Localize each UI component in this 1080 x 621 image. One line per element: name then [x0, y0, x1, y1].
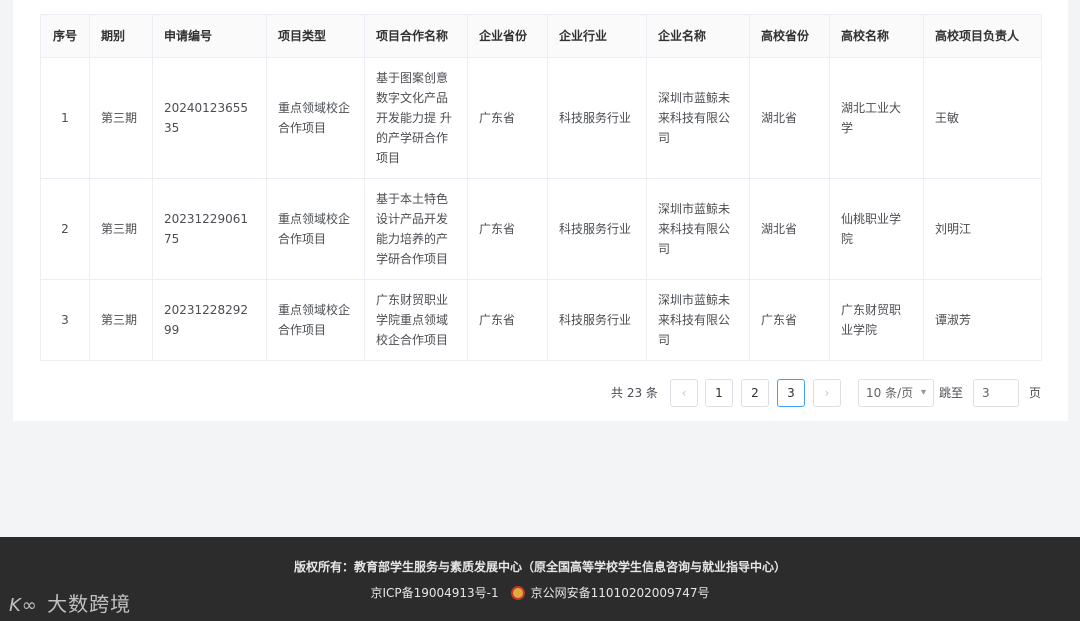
cell-school-name: 湖北工业大学 — [829, 57, 924, 179]
cell-school-province: 湖北省 — [749, 178, 830, 280]
cell-company-province: 广东省 — [467, 279, 548, 361]
table-row: 2 第三期 2023122906175 重点领域校企合作项目 基于本土特色设计产… — [40, 178, 1042, 280]
cell-company-province: 广东省 — [467, 57, 548, 179]
col-header-application-no: 申请编号 — [152, 14, 267, 58]
page-button-3[interactable]: 3 — [777, 379, 805, 407]
col-header-school-lead: 高校项目负责人 — [923, 14, 1042, 58]
cell-school-name: 仙桃职业学院 — [829, 178, 924, 280]
next-page-button[interactable]: › — [813, 379, 841, 407]
cell-company-name: 深圳市蓝鲸未来科技有限公司 — [646, 57, 750, 179]
page-size-value: 10 条/页 — [866, 386, 914, 400]
cell-company-province: 广东省 — [467, 178, 548, 280]
police-badge-icon — [510, 586, 525, 600]
police-record-link[interactable]: 京公网安备11010202009747号 — [531, 586, 710, 600]
cell-period: 第三期 — [89, 178, 153, 280]
page-unit-label: 页 — [1029, 386, 1042, 400]
cell-company-industry: 科技服务行业 — [547, 178, 647, 280]
watermark: K∞ 大数跨境 — [9, 588, 131, 617]
copyright-text: 版权所有：教育部学生服务与素质发展中心（原全国高等学校学生信息咨询与就业指导中心… — [293, 560, 786, 574]
chevron-right-icon: › — [824, 386, 830, 400]
cell-application-no: 2023122906175 — [152, 178, 267, 280]
cell-index: 3 — [40, 279, 90, 361]
table-row: 1 第三期 2024012365535 重点领域校企合作项目 基于图案创意数字文… — [40, 57, 1042, 179]
cell-company-industry: 科技服务行业 — [547, 57, 647, 179]
watermark-text: 大数跨境 — [47, 592, 132, 616]
cell-company-industry: 科技服务行业 — [547, 279, 647, 361]
col-header-project-type: 项目类型 — [266, 14, 365, 58]
project-table: 序号 期别 申请编号 项目类型 项目合作名称 企业省份 企业行业 企业名称 高校… — [40, 14, 1042, 361]
cell-project-name: 基于本土特色设计产品开发能力培养的产学研合作项目 — [364, 178, 468, 280]
col-header-period: 期别 — [89, 14, 153, 58]
results-card: 序号 期别 申请编号 项目类型 项目合作名称 企业省份 企业行业 企业名称 高校… — [13, 0, 1068, 421]
jump-page-input[interactable]: 3 — [973, 379, 1019, 407]
jump-label: 跳至 — [939, 386, 964, 400]
col-header-company-province: 企业省份 — [467, 14, 548, 58]
chevron-down-icon: ▾ — [920, 387, 926, 398]
col-header-company-name: 企业名称 — [646, 14, 750, 58]
cell-school-name: 广东财贸职业学院 — [829, 279, 924, 361]
cell-application-no: 2023122829299 — [152, 279, 267, 361]
cell-index: 2 — [40, 178, 90, 280]
col-header-school-name: 高校名称 — [829, 14, 924, 58]
cell-school-province: 广东省 — [749, 279, 830, 361]
page-button-1[interactable]: 1 — [705, 379, 733, 407]
chevron-left-icon: ‹ — [681, 386, 687, 400]
watermark-logo-icon: K∞ — [9, 595, 38, 616]
col-header-project-name: 项目合作名称 — [364, 14, 468, 58]
cell-school-province: 湖北省 — [749, 57, 830, 179]
pagination: 共 23 条 ‹ 1 2 3 › 10 条/页 ▾ 跳至 3 页 — [13, 379, 1068, 407]
cell-project-type: 重点领域校企合作项目 — [266, 57, 365, 179]
cell-school-lead: 谭淑芳 — [923, 279, 1042, 361]
prev-page-button[interactable]: ‹ — [670, 379, 698, 407]
site-footer: 版权所有：教育部学生服务与素质发展中心（原全国高等学校学生信息咨询与就业指导中心… — [0, 537, 1080, 621]
cell-school-lead: 王敏 — [923, 57, 1042, 179]
cell-application-no: 2024012365535 — [152, 57, 267, 179]
cell-school-lead: 刘明江 — [923, 178, 1042, 280]
cell-project-type: 重点领域校企合作项目 — [266, 279, 365, 361]
page-button-2[interactable]: 2 — [741, 379, 769, 407]
col-header-index: 序号 — [40, 14, 90, 58]
cell-project-name: 基于图案创意数字文化产品开发能力提 升的产学研合作项目 — [364, 57, 468, 179]
cell-project-name: 广东财贸职业学院重点领域校企合作项目 — [364, 279, 468, 361]
table-row: 3 第三期 2023122829299 重点领域校企合作项目 广东财贸职业学院重… — [40, 279, 1042, 361]
icp-link[interactable]: 京ICP备19004913号-1 — [370, 586, 498, 600]
page-size-select[interactable]: 10 条/页 ▾ — [858, 379, 934, 407]
cell-period: 第三期 — [89, 279, 153, 361]
col-header-company-industry: 企业行业 — [547, 14, 647, 58]
cell-period: 第三期 — [89, 57, 153, 179]
total-count: 共 23 条 — [611, 386, 658, 400]
table-header-row: 序号 期别 申请编号 项目类型 项目合作名称 企业省份 企业行业 企业名称 高校… — [40, 14, 1042, 58]
cell-company-name: 深圳市蓝鲸未来科技有限公司 — [646, 279, 750, 361]
cell-index: 1 — [40, 57, 90, 179]
footer-registration: 京ICP备19004913号-1 京公网安备11010202009747号 — [0, 584, 1080, 601]
cell-project-type: 重点领域校企合作项目 — [266, 178, 365, 280]
col-header-school-province: 高校省份 — [749, 14, 830, 58]
cell-company-name: 深圳市蓝鲸未来科技有限公司 — [646, 178, 750, 280]
